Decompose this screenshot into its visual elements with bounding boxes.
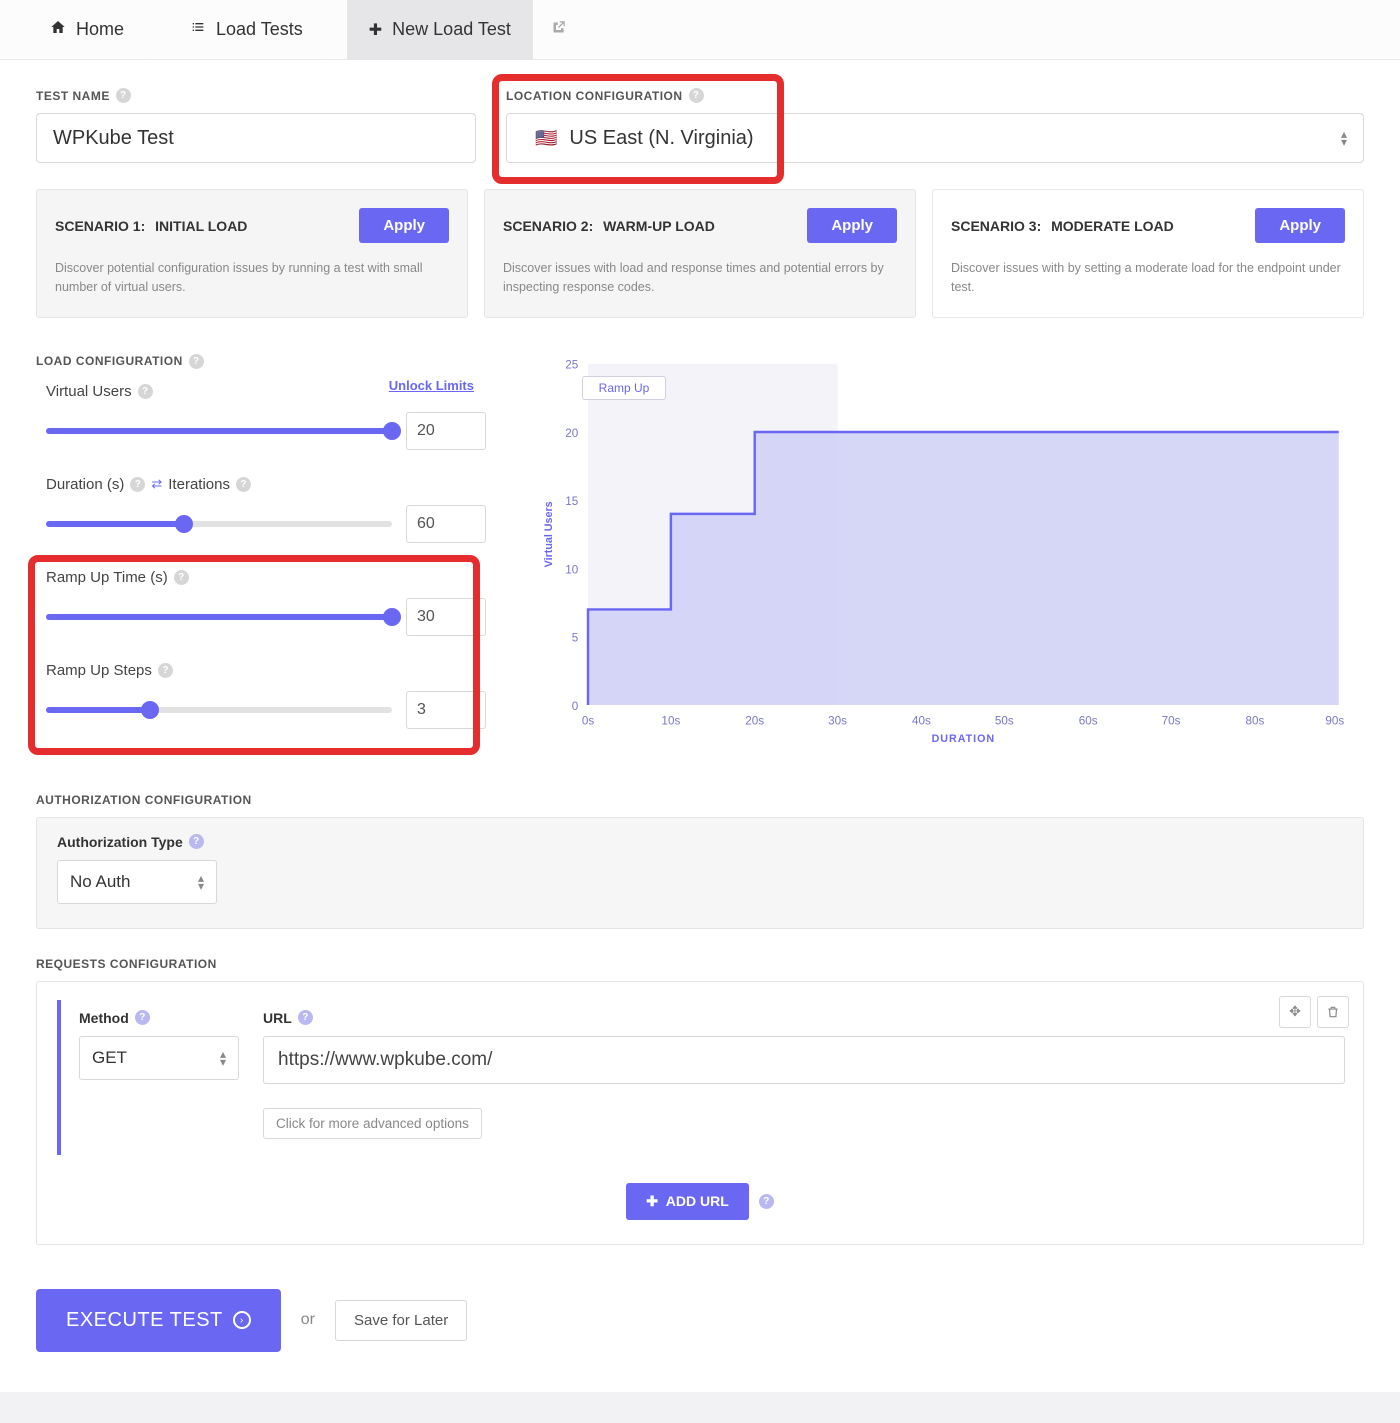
chevron-updown-icon: ▴▾ (1341, 130, 1347, 146)
auth-type-select[interactable]: No Auth ▴▾ (57, 860, 217, 904)
method-select[interactable]: GET ▴▾ (79, 1036, 239, 1080)
breadcrumb-load-tests[interactable]: Load Tests (168, 0, 325, 60)
execute-test-button[interactable]: EXECUTE TEST › (36, 1289, 281, 1352)
ramp-chart: 0 5 10 15 20 25 0s 10s 20s 30s 40s 50s 6… (514, 354, 1364, 744)
scenario-3-title: SCENARIO 3: (951, 218, 1041, 234)
svg-text:20s: 20s (745, 714, 764, 727)
swap-icon[interactable]: ⇄ (151, 476, 162, 492)
help-icon[interactable]: ? (130, 477, 145, 492)
svg-text:90s: 90s (1325, 714, 1344, 727)
test-name-label: TEST NAME ? (36, 88, 476, 103)
help-icon[interactable]: ? (236, 477, 251, 492)
scenario-3-subtitle: MODERATE LOAD (1051, 218, 1174, 234)
svg-text:20: 20 (565, 426, 579, 439)
scenario-2-subtitle: WARM-UP LOAD (603, 218, 715, 234)
help-icon[interactable]: ? (138, 384, 153, 399)
flag-icon: 🇺🇸 (535, 128, 557, 149)
location-value: US East (N. Virginia) (569, 127, 753, 150)
requests-config-title: REQUESTS CONFIGURATION (36, 957, 1364, 971)
svg-text:25: 25 (565, 358, 579, 371)
scenario-3-desc: Discover issues with by setting a modera… (951, 259, 1345, 297)
help-icon[interactable]: ? (759, 1194, 774, 1209)
scenario-3: SCENARIO 3: MODERATE LOAD Apply Discover… (932, 189, 1364, 318)
ramp-time-slider[interactable] (46, 614, 392, 620)
breadcrumb-new-load-test-label: New Load Test (392, 19, 511, 40)
url-input[interactable] (263, 1036, 1345, 1084)
svg-text:5: 5 (572, 631, 579, 644)
advanced-options-button[interactable]: Click for more advanced options (263, 1108, 482, 1139)
svg-text:70s: 70s (1162, 714, 1181, 727)
breadcrumb: Home Load Tests ✚ New Load Test (0, 0, 1400, 60)
scenario-1-subtitle: INITIAL LOAD (155, 218, 247, 234)
svg-text:DURATION: DURATION (932, 733, 996, 744)
svg-text:30s: 30s (828, 714, 847, 727)
svg-text:15: 15 (565, 495, 579, 508)
save-for-later-button[interactable]: Save for Later (335, 1300, 467, 1341)
scenario-1-apply-button[interactable]: Apply (359, 208, 449, 243)
scenario-1: SCENARIO 1: INITIAL LOAD Apply Discover … (36, 189, 468, 318)
list-icon (190, 19, 206, 40)
duration-label: Duration (s) ? ⇄ Iterations ? (46, 476, 486, 493)
plus-icon: ✚ (369, 20, 382, 40)
ramp-steps-slider[interactable] (46, 707, 392, 713)
unlock-limits-link[interactable]: Unlock Limits (389, 378, 474, 393)
ramp-time-input[interactable] (406, 598, 486, 636)
breadcrumb-new-load-test[interactable]: ✚ New Load Test (347, 0, 533, 60)
location-label: LOCATION CONFIGURATION ? (506, 88, 1364, 103)
auth-type-value: No Auth (70, 872, 131, 892)
url-label: URL ? (263, 1010, 1345, 1026)
svg-text:40s: 40s (912, 714, 931, 727)
scenario-2: SCENARIO 2: WARM-UP LOAD Apply Discover … (484, 189, 916, 318)
duration-input[interactable] (406, 505, 486, 543)
help-icon[interactable]: ? (689, 88, 704, 103)
duration-slider[interactable] (46, 521, 392, 527)
svg-text:10: 10 (565, 563, 579, 576)
svg-text:80s: 80s (1245, 714, 1264, 727)
ramp-steps-label: Ramp Up Steps ? (46, 662, 486, 679)
scenario-1-desc: Discover potential configuration issues … (55, 259, 449, 297)
ramp-time-label: Ramp Up Time (s) ? (46, 569, 486, 586)
load-config-title: LOAD CONFIGURATION ? (36, 354, 486, 369)
svg-text:0s: 0s (582, 714, 595, 727)
chevron-updown-icon: ▴▾ (198, 874, 204, 890)
svg-text:10s: 10s (661, 714, 680, 727)
breadcrumb-home[interactable]: Home (28, 0, 146, 60)
scenario-3-apply-button[interactable]: Apply (1255, 208, 1345, 243)
location-select[interactable]: 🇺🇸 US East (N. Virginia) ▴▾ (506, 113, 1364, 163)
scenario-2-desc: Discover issues with load and response t… (503, 259, 897, 297)
method-label: Method ? (79, 1010, 239, 1026)
breadcrumb-load-tests-label: Load Tests (216, 19, 303, 40)
chevron-updown-icon: ▴▾ (220, 1050, 226, 1066)
chevron-right-icon: › (233, 1311, 251, 1329)
help-icon[interactable]: ? (135, 1010, 150, 1025)
breadcrumb-home-label: Home (76, 19, 124, 40)
auth-config-title: AUTHORIZATION CONFIGURATION (36, 793, 1364, 807)
help-icon[interactable]: ? (174, 570, 189, 585)
virtual-users-slider[interactable] (46, 428, 392, 434)
home-icon (50, 19, 66, 40)
svg-text:0: 0 (572, 699, 579, 712)
external-link-icon[interactable] (543, 20, 574, 40)
method-value: GET (92, 1048, 127, 1068)
help-icon[interactable]: ? (189, 354, 204, 369)
virtual-users-input[interactable] (406, 412, 486, 450)
test-name-input[interactable] (36, 113, 476, 163)
or-text: or (301, 1311, 315, 1329)
help-icon[interactable]: ? (158, 663, 173, 678)
help-icon[interactable]: ? (298, 1010, 313, 1025)
chart-legend: Ramp Up (582, 376, 666, 400)
help-icon[interactable]: ? (116, 88, 131, 103)
auth-type-label: Authorization Type ? (57, 834, 1343, 850)
svg-text:Virtual Users: Virtual Users (543, 501, 555, 567)
plus-icon: ✚ (646, 1193, 658, 1209)
scenario-2-title: SCENARIO 2: (503, 218, 593, 234)
scenario-2-apply-button[interactable]: Apply (807, 208, 897, 243)
ramp-steps-input[interactable] (406, 691, 486, 729)
svg-text:60s: 60s (1079, 714, 1098, 727)
svg-text:50s: 50s (995, 714, 1014, 727)
scenario-1-title: SCENARIO 1: (55, 218, 145, 234)
add-url-button[interactable]: ✚ ADD URL (626, 1183, 749, 1220)
help-icon[interactable]: ? (189, 834, 204, 849)
